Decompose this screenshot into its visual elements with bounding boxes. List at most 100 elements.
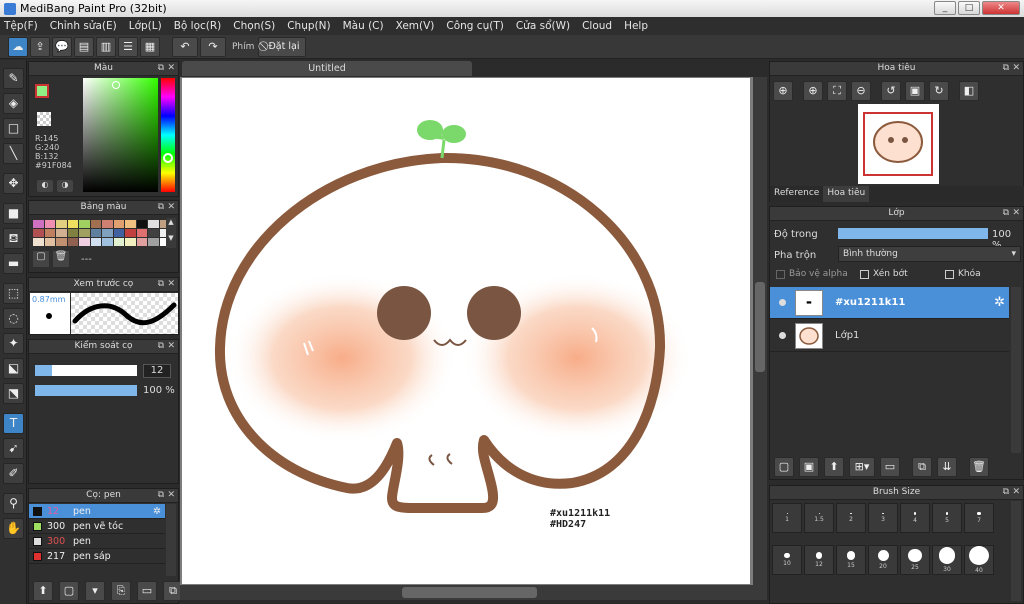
brush-size-slider[interactable] <box>35 365 137 376</box>
protect-alpha-checkbox[interactable] <box>776 269 785 279</box>
rectangle-tool-icon[interactable]: □ <box>3 118 24 139</box>
visibility-icon[interactable] <box>779 299 786 306</box>
palette-swatch[interactable] <box>56 238 67 246</box>
line-tool-icon[interactable]: ╲ <box>3 143 24 164</box>
magic-wand-tool-icon[interactable]: ✦ <box>3 333 24 354</box>
brush-item[interactable]: 300 pen vẽ tóc <box>29 519 165 534</box>
color-picker-handle[interactable] <box>112 81 120 89</box>
document-icon[interactable]: ▥ <box>96 36 116 57</box>
brush-item[interactable]: 12 pen ✲ <box>29 504 165 519</box>
undo-icon[interactable]: ↶ <box>172 36 198 57</box>
actual-size-icon[interactable]: ▣ <box>905 81 925 101</box>
panel-close-icon[interactable]: ✕ <box>1012 207 1020 220</box>
layer-row[interactable]: ▬ #xu1211k11 ✲ <box>770 287 1009 319</box>
saturation-value-picker[interactable] <box>83 78 158 192</box>
new-brush-icon[interactable]: ▢ <box>59 581 79 601</box>
palette-swatch[interactable] <box>33 229 44 237</box>
palette-swatch[interactable] <box>44 229 55 237</box>
brush-size-preset[interactable]: 40 <box>964 545 994 575</box>
delete-palette-icon[interactable]: 🗑 <box>53 251 69 267</box>
operation-tool-icon[interactable]: ➹ <box>3 438 24 459</box>
palette-swatch[interactable] <box>102 238 113 246</box>
palette-swatch[interactable] <box>113 229 124 237</box>
reset-button[interactable]: ⃠ Đặt lại <box>258 36 307 57</box>
merge-layer-icon[interactable]: ⇊ <box>937 457 957 477</box>
zoom-in-icon[interactable]: ⊕ <box>773 81 793 101</box>
hue-slider-handle[interactable] <box>163 153 173 163</box>
brush-size-scrollbar[interactable] <box>1011 501 1021 601</box>
brush-size-preset[interactable]: 3 <box>868 503 898 533</box>
blur-tool-icon[interactable]: ✐ <box>3 463 24 484</box>
brush-menu-icon[interactable]: ▾ <box>85 581 105 601</box>
brush-size-value[interactable]: 12 <box>143 364 171 378</box>
palette-swatch[interactable] <box>125 229 136 237</box>
palette-swatch[interactable] <box>148 238 159 246</box>
lock-checkbox[interactable] <box>945 269 954 279</box>
palette-swatch[interactable] <box>67 229 78 237</box>
undock-icon[interactable]: ⧉ <box>1003 486 1009 499</box>
delete-layer-icon[interactable]: 🗑 <box>969 457 989 477</box>
palette-swatch[interactable] <box>44 220 55 228</box>
palette-swatch[interactable] <box>79 229 90 237</box>
brush-opacity-slider[interactable] <box>35 385 137 396</box>
brush-size-preset[interactable]: 5 <box>932 503 962 533</box>
undock-icon[interactable]: ⧉ <box>158 489 164 502</box>
panel-close-icon[interactable]: ✕ <box>1012 62 1020 75</box>
undock-icon[interactable]: ⧉ <box>158 278 164 291</box>
vertical-scroll-thumb[interactable] <box>755 282 765 372</box>
fit-icon[interactable]: ⛶ <box>827 81 847 101</box>
flip-icon[interactable]: ◧ <box>959 81 979 101</box>
brush-size-preset[interactable]: 30 <box>932 545 962 575</box>
tab-untitled[interactable]: Untitled <box>182 61 472 76</box>
visibility-icon[interactable] <box>779 332 786 339</box>
palette-swatch[interactable] <box>79 238 90 246</box>
menu-help[interactable]: Help <box>624 20 648 32</box>
palette-swatch[interactable] <box>136 229 147 237</box>
select-pen-tool-icon[interactable]: ⬕ <box>3 358 24 379</box>
brush-size-preset[interactable]: 25 <box>900 545 930 575</box>
brush-tool-icon[interactable]: ✎ <box>3 68 24 89</box>
palette-scrollbar[interactable]: ▲ ▼ <box>166 218 176 248</box>
menu-select[interactable]: Chọn(S) <box>233 20 275 32</box>
panel-close-icon[interactable]: ✕ <box>167 278 175 291</box>
folder-icon[interactable]: ▭ <box>137 581 157 601</box>
bucket-tool-icon[interactable]: ⛾ <box>3 228 24 249</box>
brush-size-preset[interactable]: 2 <box>836 503 866 533</box>
eraser-tool-icon[interactable]: ◈ <box>3 93 24 114</box>
layer-row[interactable]: Lớp1 <box>770 320 1009 352</box>
palette-swatch[interactable] <box>125 220 136 228</box>
foreground-color-swatch[interactable] <box>35 84 49 98</box>
color-wheel-icon[interactable]: ◑ <box>57 180 73 192</box>
new-layer-icon[interactable]: ▢ <box>774 457 794 477</box>
brush-list-scrollbar[interactable] <box>166 504 176 576</box>
zoom-in-icon[interactable]: ⊕ <box>803 81 823 101</box>
tab-reference[interactable]: Reference <box>770 186 823 202</box>
move-tool-icon[interactable]: ✥ <box>3 173 24 194</box>
menu-layer[interactable]: Lớp(L) <box>129 20 162 32</box>
menu-snap[interactable]: Chụp(N) <box>287 20 330 32</box>
palette-swatch[interactable] <box>33 220 44 228</box>
palette-swatch[interactable] <box>113 238 124 246</box>
palette-swatch[interactable] <box>148 229 159 237</box>
panel-close-icon[interactable]: ✕ <box>167 340 175 353</box>
panel-close-icon[interactable]: ✕ <box>167 62 175 75</box>
add-brush-icon[interactable]: ⬆ <box>33 581 53 601</box>
new-palette-icon[interactable]: ▢ <box>33 251 49 267</box>
hue-slider[interactable] <box>161 78 175 192</box>
panel-close-icon[interactable]: ✕ <box>167 201 175 214</box>
lasso-tool-icon[interactable]: ◌ <box>3 308 24 329</box>
transparent-color-swatch[interactable] <box>37 112 51 126</box>
undock-icon[interactable]: ⧉ <box>158 62 164 75</box>
new-halftone-layer-icon[interactable]: ▣ <box>799 457 819 477</box>
brush-size-preset[interactable]: 1.5 <box>804 503 834 533</box>
comment-icon[interactable]: 💬 <box>52 36 72 57</box>
horizontal-scroll-thumb[interactable] <box>402 587 537 598</box>
layer-scrollbar[interactable] <box>1011 287 1021 453</box>
blend-mode-select[interactable]: Bình thường ▾ <box>838 246 1021 262</box>
palette-swatch[interactable] <box>136 238 147 246</box>
canvas-horizontal-scrollbar[interactable] <box>180 585 767 600</box>
copy-brush-icon[interactable]: ⎘ <box>111 581 131 601</box>
panel-close-icon[interactable]: ✕ <box>167 489 175 502</box>
brush-size-preset[interactable]: 1 <box>772 503 802 533</box>
palette-swatch[interactable] <box>44 238 55 246</box>
